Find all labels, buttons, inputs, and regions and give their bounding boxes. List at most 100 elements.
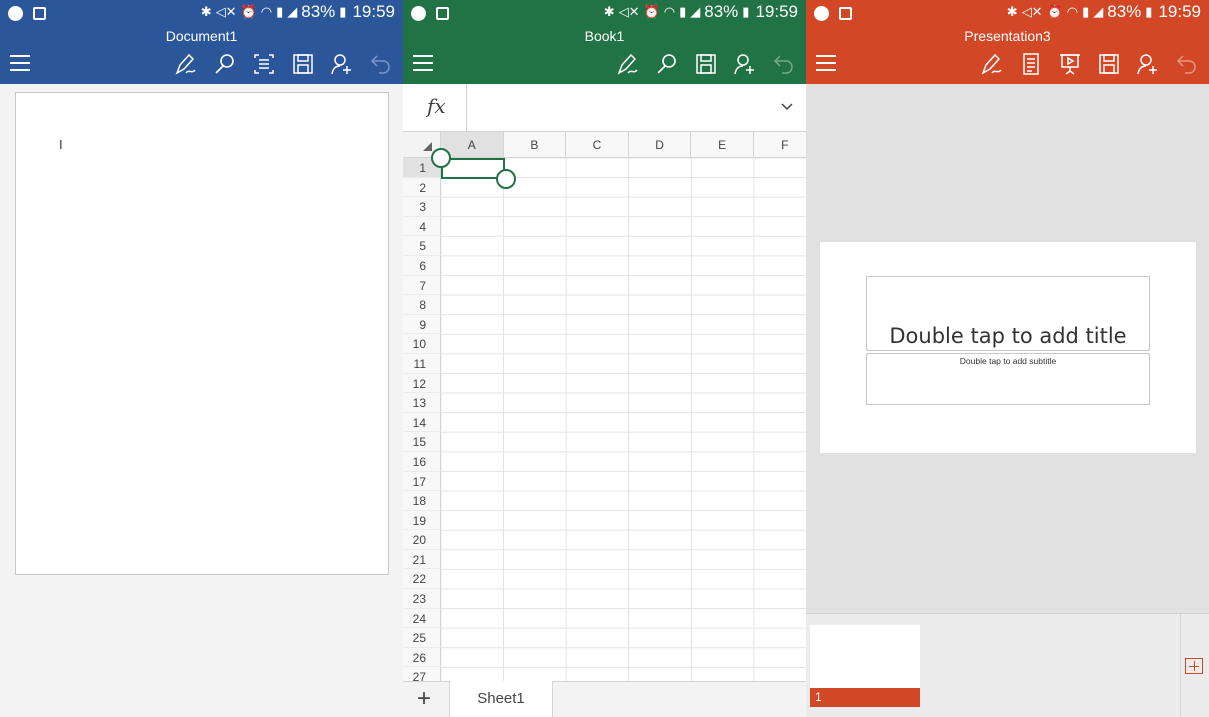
edit-pen-icon[interactable] <box>980 52 1004 76</box>
present-icon[interactable] <box>1058 52 1082 76</box>
row-header[interactable]: 2 <box>403 177 441 198</box>
row-header[interactable]: 15 <box>403 432 441 452</box>
sim-icon: ▮ <box>679 4 687 19</box>
status-bar: ✱ ◁✕ ⏰ ◠ ▮ ◢ 83% ▮ 19:59 <box>403 0 806 26</box>
row-header[interactable]: 11 <box>403 353 441 374</box>
undo-icon[interactable] <box>369 52 393 76</box>
share-person-icon[interactable] <box>733 52 757 76</box>
row-header[interactable]: 21 <box>403 549 441 570</box>
gallery-icon <box>436 7 449 20</box>
column-header[interactable]: D <box>628 132 692 158</box>
row-header[interactable]: 18 <box>403 491 441 511</box>
slide-thumbnail[interactable]: 1 <box>810 625 920 707</box>
row-header[interactable]: 6 <box>403 255 441 276</box>
edit-pen-icon[interactable] <box>174 52 198 76</box>
row-header[interactable]: 25 <box>403 628 441 648</box>
row-header[interactable]: 5 <box>403 236 441 256</box>
selection-handle-end[interactable] <box>496 169 516 189</box>
gallery-icon <box>839 7 852 20</box>
slide-number: 1 <box>810 688 920 707</box>
column-header[interactable]: E <box>691 132 754 158</box>
column-header[interactable]: B <box>503 132 567 158</box>
menu-icon[interactable] <box>10 55 30 71</box>
row-header[interactable]: 3 <box>403 197 441 217</box>
messenger-icon <box>411 6 426 21</box>
column-header[interactable]: C <box>566 132 629 158</box>
formula-divider <box>466 84 467 132</box>
row-header[interactable]: 14 <box>403 412 441 433</box>
subtitle-placeholder-text: Double tap to add subtitle <box>959 356 1057 366</box>
row-header[interactable]: 26 <box>403 647 441 668</box>
excel-toolbar <box>403 44 806 84</box>
clock: 19:59 <box>1158 2 1201 21</box>
status-bar: ✱ ◁✕ ⏰ ◠ ▮ ◢ 83% ▮ 19:59 <box>0 0 403 26</box>
document-title[interactable]: Document1 <box>0 26 403 46</box>
slide-canvas: Double tap to add title Double tap to ad… <box>806 84 1209 613</box>
mute-icon: ◁✕ <box>618 4 640 19</box>
add-slide-icon[interactable] <box>1185 658 1203 674</box>
row-header[interactable]: 22 <box>403 569 441 590</box>
selection-handle-start[interactable] <box>431 148 451 168</box>
row-header[interactable]: 27 <box>403 667 441 681</box>
notes-icon[interactable] <box>1019 52 1043 76</box>
mute-icon: ◁✕ <box>1021 4 1043 19</box>
wifi-icon: ◠ <box>260 4 273 19</box>
clock: 19:59 <box>755 2 798 21</box>
messenger-icon <box>814 6 829 21</box>
sim-icon: ▮ <box>276 4 284 19</box>
share-person-icon[interactable] <box>330 52 354 76</box>
edit-pen-icon[interactable] <box>616 52 640 76</box>
search-icon[interactable] <box>213 52 237 76</box>
document-page[interactable]: I <box>15 92 389 575</box>
undo-icon[interactable] <box>1175 52 1199 76</box>
row-header[interactable]: 23 <box>403 589 441 609</box>
save-icon[interactable] <box>1097 52 1121 76</box>
subtitle-placeholder[interactable]: Double tap to add subtitle <box>866 353 1150 405</box>
battery-percent: 83% <box>1107 2 1142 21</box>
alarm-icon: ⏰ <box>643 4 660 19</box>
mute-icon: ◁✕ <box>215 4 237 19</box>
slide[interactable]: Double tap to add title Double tap to ad… <box>820 242 1196 453</box>
alarm-icon: ⏰ <box>240 4 257 19</box>
spreadsheet-grid[interactable]: ABCDEF 1 2 3 4 5 6 7 8 9 10 11 12 13 14 15 16 17 18 19 20 21… <box>403 132 806 681</box>
row-header[interactable]: 9 <box>403 314 441 335</box>
row-header[interactable]: 24 <box>403 608 441 629</box>
row-header[interactable]: 16 <box>403 451 441 472</box>
workbook-title[interactable]: Book1 <box>403 26 806 46</box>
row-header[interactable]: 4 <box>403 216 441 237</box>
search-icon[interactable] <box>655 52 679 76</box>
row-header[interactable]: 12 <box>403 373 441 394</box>
fx-icon[interactable]: fx <box>427 94 446 118</box>
save-icon[interactable] <box>291 52 315 76</box>
row-header[interactable]: 7 <box>403 275 441 296</box>
slide-thumbnail-strip: 1 <box>806 613 1209 717</box>
reading-view-icon[interactable] <box>252 52 276 76</box>
save-icon[interactable] <box>694 52 718 76</box>
bluetooth-icon: ✱ <box>603 4 615 19</box>
signal-icon: ◢ <box>287 4 298 19</box>
row-header[interactable]: 20 <box>403 530 441 550</box>
title-placeholder[interactable]: Double tap to add title <box>866 276 1150 351</box>
sheet-tab[interactable]: Sheet1 <box>449 681 553 717</box>
battery-icon: ▮ <box>339 4 347 19</box>
bluetooth-icon: ✱ <box>200 4 212 19</box>
presentation-title[interactable]: Presentation3 <box>806 26 1209 46</box>
cell-area[interactable] <box>441 158 806 681</box>
row-header[interactable]: 17 <box>403 471 441 492</box>
signal-icon: ◢ <box>690 4 701 19</box>
menu-icon[interactable] <box>413 55 433 71</box>
menu-icon[interactable] <box>816 55 836 71</box>
sheet-bar: + Sheet1 <box>403 681 806 717</box>
column-header[interactable]: F <box>753 132 806 158</box>
document-area: I <box>0 84 403 717</box>
row-header[interactable]: 19 <box>403 510 441 531</box>
add-sheet-button[interactable]: + <box>417 686 431 712</box>
chevron-down-icon[interactable] <box>780 100 794 114</box>
row-header[interactable]: 13 <box>403 393 441 413</box>
row-header[interactable]: 10 <box>403 334 441 354</box>
share-person-icon[interactable] <box>1136 52 1160 76</box>
formula-bar[interactable]: fx <box>403 84 806 132</box>
undo-icon[interactable] <box>772 52 796 76</box>
title-placeholder-text: Double tap to add title <box>889 324 1127 348</box>
row-header[interactable]: 8 <box>403 295 441 315</box>
